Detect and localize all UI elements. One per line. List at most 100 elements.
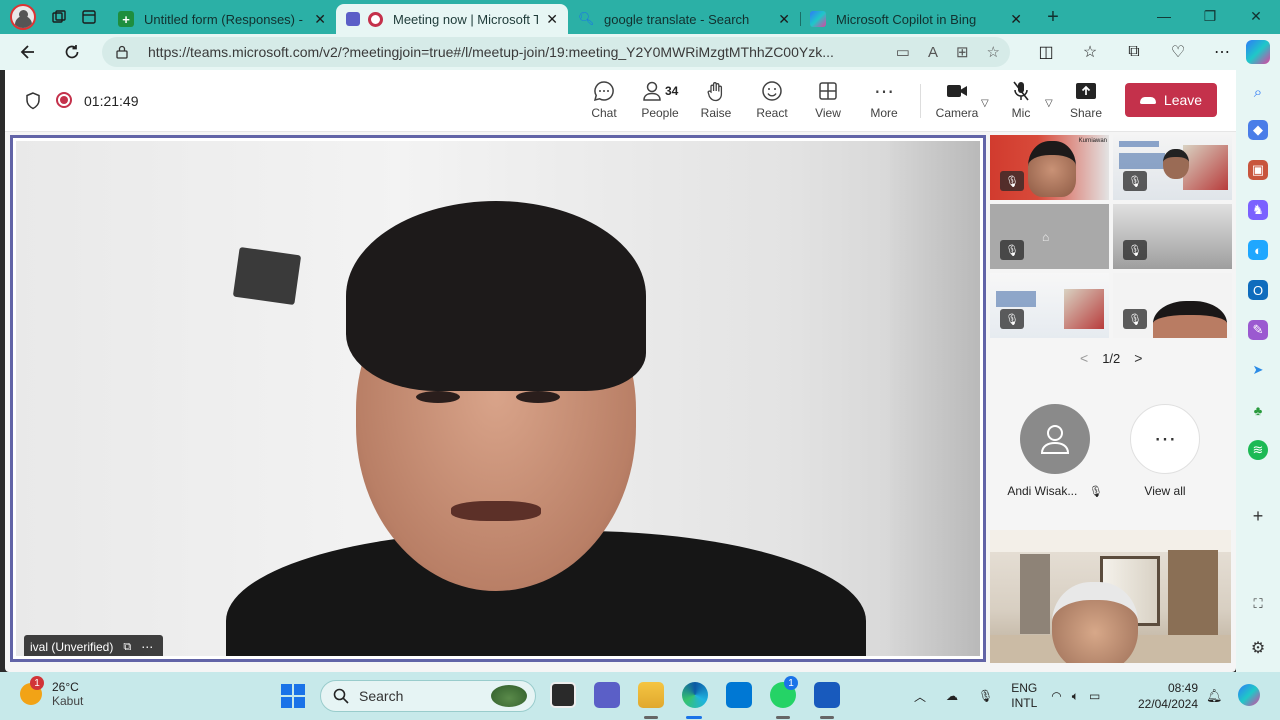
close-icon[interactable]: ✕ xyxy=(546,11,558,28)
refresh-button[interactable] xyxy=(56,36,88,68)
mic-label: Mic xyxy=(1011,106,1031,120)
recording-icon xyxy=(368,11,383,27)
whatsapp-badge: 1 xyxy=(784,676,798,690)
chevron-up-icon[interactable]: ︿ xyxy=(914,688,926,705)
video-icon[interactable]: ▭ xyxy=(896,43,910,61)
read-aloud-icon[interactable]: A xyxy=(928,44,938,61)
back-button[interactable] xyxy=(12,36,44,68)
chevron-right-icon[interactable]: > xyxy=(1134,350,1142,366)
language-indicator[interactable]: ENG INTL xyxy=(1011,681,1037,711)
close-icon[interactable]: ✕ xyxy=(778,11,790,28)
self-view-video[interactable] xyxy=(990,530,1231,663)
raise-hand-button[interactable]: Raise xyxy=(686,78,746,128)
games-icon[interactable]: ♞ xyxy=(1248,200,1268,220)
outlook-icon[interactable]: O xyxy=(1248,280,1268,300)
battery-icon[interactable]: ▭ xyxy=(1089,689,1100,703)
lock-icon[interactable] xyxy=(116,45,130,59)
more-menu-icon[interactable]: ⋯ xyxy=(1200,42,1244,62)
address-bar-row: https://teams.microsoft.com/v2/?meetingj… xyxy=(0,34,1280,70)
participant-card[interactable]: Andi Wisak... 🎙︎ xyxy=(1005,404,1105,498)
more-button[interactable]: ⋯ More xyxy=(854,78,914,128)
collections-icon[interactable]: ⧉ xyxy=(1112,43,1156,61)
teams-app-icon[interactable] xyxy=(594,682,620,708)
whatsapp-icon[interactable]: 1 xyxy=(770,676,798,708)
favorite-star-icon[interactable]: ☆ xyxy=(987,43,1000,61)
workspaces-icon[interactable] xyxy=(44,2,74,32)
file-viewer-app-icon[interactable] xyxy=(550,682,576,708)
camera-options-chevron-icon[interactable]: ▽ xyxy=(981,98,989,109)
view-button[interactable]: View xyxy=(798,78,858,128)
tab-label: Untitled form (Responses) - Goo xyxy=(144,11,306,27)
microsoft-store-icon[interactable] xyxy=(726,682,752,708)
leave-button[interactable]: Leave xyxy=(1125,83,1217,117)
more-options-icon[interactable]: ⋯ xyxy=(141,640,153,654)
send-icon[interactable]: ➤ xyxy=(1248,360,1268,380)
settings-gear-icon[interactable]: ⚙ xyxy=(1248,638,1268,658)
new-tab-button[interactable]: + xyxy=(1038,2,1068,32)
spotify-icon[interactable]: ≋ xyxy=(1248,440,1268,460)
search-icon xyxy=(333,688,349,704)
tab-google-translate-search[interactable]: 🔍︎ google translate - Search ✕ xyxy=(568,4,800,34)
shield-icon[interactable] xyxy=(25,92,41,110)
tab-copilot[interactable]: Microsoft Copilot in Bing ✕ xyxy=(800,4,1032,34)
main-speaker-video[interactable]: ival (Unverified) ⧉ ⋯ xyxy=(10,135,986,662)
notification-icon[interactable]: 🔔︎ xyxy=(1206,688,1223,704)
camera-label: Camera xyxy=(935,106,979,120)
app-available-icon[interactable]: ⊞ xyxy=(956,43,969,61)
tab-teams-meeting[interactable]: Meeting now | Microsoft Te ✕ xyxy=(336,4,568,34)
view-label: View xyxy=(815,106,841,120)
view-all-card[interactable]: ⋯ View all xyxy=(1115,404,1215,498)
participant-tile[interactable]: 🎙︎ xyxy=(1113,135,1232,200)
tab-google-form[interactable]: + Untitled form (Responses) - Goo ✕ xyxy=(108,4,336,34)
tab-actions-icon[interactable] xyxy=(74,2,104,32)
split-screen-icon[interactable]: ◫ xyxy=(1024,42,1068,62)
copilot-icon[interactable] xyxy=(1246,40,1270,64)
add-icon[interactable]: + xyxy=(1248,506,1268,526)
onedrive-icon[interactable]: ☁ xyxy=(946,689,958,703)
tools-icon[interactable]: ▣ xyxy=(1248,160,1268,180)
weather-widget[interactable]: 1 26°C Kabut xyxy=(20,676,83,708)
file-explorer-icon[interactable] xyxy=(638,682,664,708)
copilot-taskbar-icon[interactable] xyxy=(1238,684,1260,706)
taskbar-search[interactable]: Search xyxy=(320,680,536,712)
url-text[interactable]: https://teams.microsoft.com/v2/?meetingj… xyxy=(148,44,848,60)
participant-tile[interactable]: Kurniawan 🎙︎ xyxy=(990,135,1109,200)
shopping-icon[interactable]: ◆ xyxy=(1248,120,1268,140)
word-app-icon[interactable] xyxy=(814,682,840,708)
screenshot-icon[interactable]: ⛶ xyxy=(1248,594,1268,614)
designer-icon[interactable]: ✎ xyxy=(1248,320,1268,340)
search-icon[interactable]: ⌕ xyxy=(1248,82,1268,102)
performance-icon[interactable]: ♡ xyxy=(1156,42,1200,62)
participant-tile[interactable]: ⌂ 🎙︎ xyxy=(990,204,1109,269)
profile-avatar[interactable] xyxy=(10,4,36,30)
close-icon[interactable]: ✕ xyxy=(1010,11,1022,28)
person-icon xyxy=(1040,425,1070,454)
close-icon[interactable]: ✕ xyxy=(314,11,326,28)
wifi-icon[interactable]: ◠ xyxy=(1051,689,1061,703)
microsoft-365-icon[interactable]: ◐ xyxy=(1248,240,1268,260)
chevron-left-icon[interactable]: < xyxy=(1080,350,1088,366)
mic-button[interactable]: Mic xyxy=(991,78,1051,128)
more-dots-icon[interactable]: ⋯ xyxy=(1130,404,1200,474)
restore-button[interactable]: ❐ xyxy=(1187,0,1233,32)
participant-tile[interactable]: 🎙︎ xyxy=(1113,204,1232,269)
speaker-icon[interactable]: 🔈︎ xyxy=(1072,689,1079,704)
microphone-icon[interactable]: 🎙︎ xyxy=(978,689,993,703)
edge-browser-icon[interactable] xyxy=(682,682,708,708)
tree-icon[interactable]: ♣ xyxy=(1248,400,1268,420)
mic-off-icon: 🎙︎ xyxy=(1000,309,1024,329)
mic-options-chevron-icon[interactable]: ▽ xyxy=(1045,98,1053,109)
windows-start-icon[interactable] xyxy=(281,684,305,708)
chat-button[interactable]: Chat xyxy=(574,78,634,128)
url-bar[interactable]: https://teams.microsoft.com/v2/?meetingj… xyxy=(102,37,1010,67)
minimize-button[interactable]: — xyxy=(1141,0,1187,32)
participant-tile[interactable]: 🎙︎ xyxy=(1113,273,1232,338)
people-button[interactable]: 34 People xyxy=(630,78,690,128)
taskbar-clock[interactable]: 08:49 22/04/2024 xyxy=(1132,680,1198,712)
react-button[interactable]: React xyxy=(742,78,802,128)
participant-tile[interactable]: 🎙︎ xyxy=(990,273,1109,338)
camera-button[interactable]: Camera xyxy=(927,78,987,128)
favorites-icon[interactable]: ☆ xyxy=(1068,42,1112,62)
close-window-button[interactable]: ✕ xyxy=(1233,0,1279,32)
share-button[interactable]: Share xyxy=(1056,78,1116,128)
